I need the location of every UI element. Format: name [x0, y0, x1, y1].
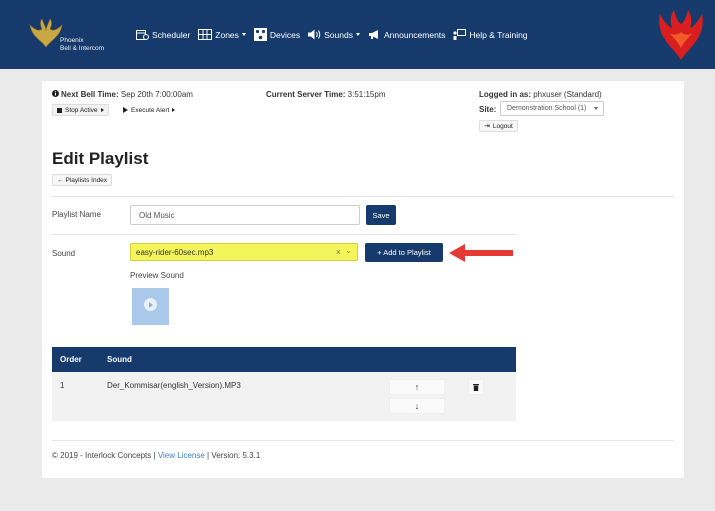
- footer: © 2019 - Interlock Concepts | View Licen…: [52, 451, 261, 460]
- playlist-name-label: Playlist Name: [52, 210, 101, 219]
- training-board-icon: [453, 28, 467, 40]
- brand-name: Phoenix Bell & Intercom: [60, 37, 105, 52]
- play-icon: [123, 107, 128, 113]
- site-label: Site:: [479, 105, 497, 114]
- order-column-header: Order: [60, 355, 82, 364]
- add-to-playlist-button[interactable]: + Add to Playlist: [365, 243, 443, 262]
- main-nav: Scheduler Zones Devices Sounds Announcem…: [136, 28, 536, 41]
- playlist-name-input[interactable]: Old Music: [130, 205, 360, 225]
- info-circle-icon: [52, 90, 59, 97]
- caret-right-icon: [172, 108, 176, 112]
- nav-sounds[interactable]: Sounds: [308, 29, 360, 40]
- save-button[interactable]: Save: [366, 205, 396, 225]
- nav-devices[interactable]: Devices: [253, 28, 300, 41]
- preview-sound-player[interactable]: [132, 288, 169, 325]
- row-order: 1: [60, 381, 65, 390]
- view-license-link[interactable]: View License: [158, 451, 205, 460]
- devices-icon: [253, 28, 267, 41]
- sound-column-header: Sound: [107, 355, 132, 364]
- chevron-down-icon: [241, 33, 246, 36]
- chevron-down-icon[interactable]: ⌄: [345, 246, 352, 255]
- zones-grid-icon: [198, 29, 213, 40]
- execute-alert-button[interactable]: Execute Alert: [118, 104, 181, 116]
- divider: [52, 196, 674, 197]
- playlist-table: Order Sound 1 Der_Kommisar(english_Versi…: [52, 347, 516, 421]
- caret-right-icon: [100, 108, 104, 112]
- move-up-button[interactable]: ↑: [389, 379, 445, 395]
- row-sound: Der_Kommisar(english_Version).MP3: [107, 381, 241, 390]
- red-arrow-annotation-icon: [449, 244, 513, 262]
- stop-square-icon: [57, 107, 62, 113]
- page-title: Edit Playlist: [52, 149, 149, 168]
- bullhorn-icon: [368, 30, 378, 39]
- move-down-button[interactable]: ↓: [389, 398, 445, 414]
- divider: [52, 234, 516, 235]
- sound-label: Sound: [52, 249, 76, 258]
- next-bell-time: Next Bell Time: Sep 20th 7:00:00am: [61, 90, 193, 99]
- sound-select[interactable]: easy-rider-60sec.mp3 × ⌄: [130, 243, 358, 261]
- nav-scheduler[interactable]: Scheduler: [136, 29, 190, 40]
- chevron-down-icon: [594, 107, 598, 110]
- speaker-icon: [308, 29, 321, 40]
- logged-in-as: Logged in as: phxuser (Standard): [479, 90, 602, 99]
- top-navbar: Phoenix Bell & Intercom Scheduler Zones …: [0, 0, 715, 69]
- arrow-up-icon: ↑: [414, 382, 420, 392]
- playlists-index-button[interactable]: ← Playlists Index: [52, 174, 113, 186]
- table-row: 1 Der_Kommisar(english_Version).MP3 ↑ ↓: [52, 372, 516, 421]
- arrow-left-icon: ←: [57, 176, 64, 184]
- logout-button[interactable]: ⇥ Logout: [479, 120, 518, 132]
- preview-sound-label: Preview Sound: [130, 271, 184, 280]
- nav-zones[interactable]: Zones: [198, 29, 246, 40]
- delete-button[interactable]: [468, 379, 484, 395]
- logout-icon: ⇥: [484, 123, 490, 130]
- current-server-time: Current Server Time: 3:51:15pm: [266, 90, 386, 99]
- divider: [52, 440, 674, 441]
- nav-announcements[interactable]: Announcements: [368, 29, 445, 40]
- clear-x-icon[interactable]: ×: [336, 247, 341, 257]
- main-card: Next Bell Time: Sep 20th 7:00:00am Stop …: [42, 81, 684, 478]
- play-circle-icon[interactable]: [144, 298, 157, 311]
- trash-icon: [473, 383, 479, 391]
- calendar-clock-icon: [136, 30, 149, 40]
- table-header: Order Sound: [52, 347, 516, 372]
- phoenix-brand-logo-icon[interactable]: [28, 17, 64, 53]
- phoenix-bird-logo-icon: [659, 10, 703, 60]
- chevron-down-icon: [355, 33, 360, 36]
- stop-active-button[interactable]: Stop Active: [52, 104, 109, 116]
- nav-help-training[interactable]: Help & Training: [453, 28, 528, 41]
- arrow-down-icon: ↓: [414, 401, 420, 411]
- site-select[interactable]: Demonstration School (1): [500, 101, 604, 116]
